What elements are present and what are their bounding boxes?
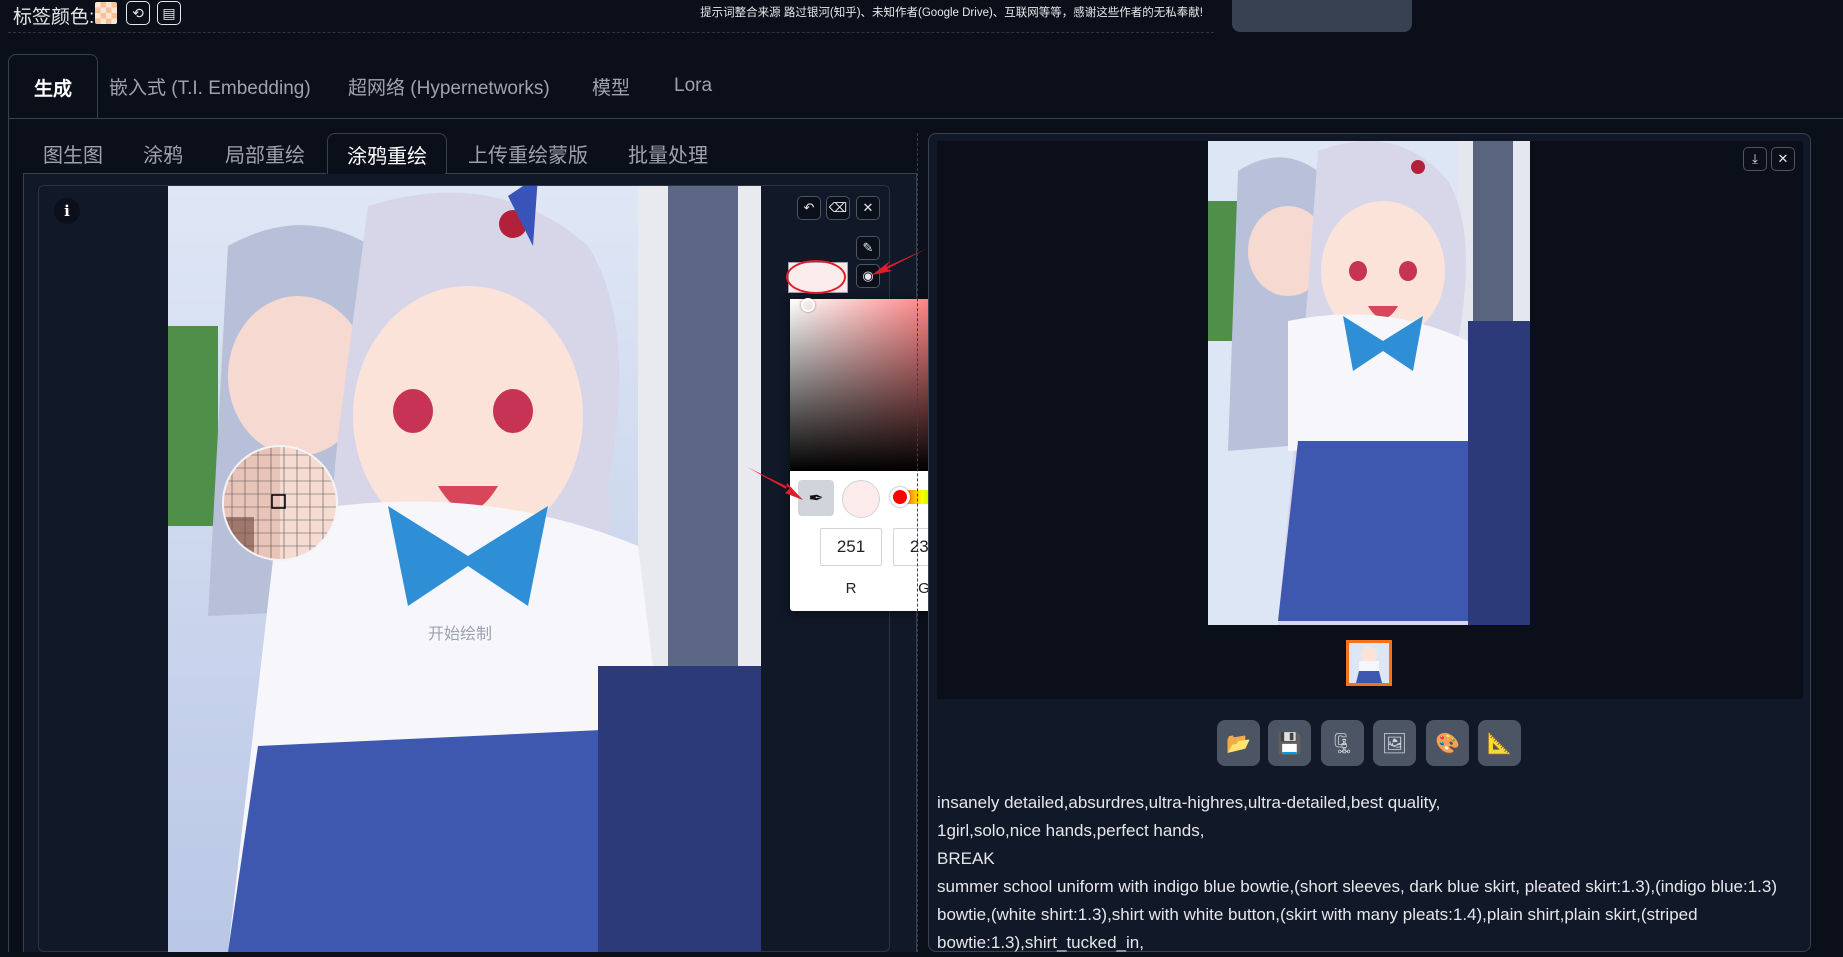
- tab-hypernetworks[interactable]: 超网络 (Hypernetworks): [348, 54, 550, 118]
- tab-img2img[interactable]: 图生图: [43, 133, 103, 173]
- label-color-title: 标签颜色:: [13, 7, 95, 28]
- checkered-swatch-icon[interactable]: [95, 2, 117, 24]
- save-icon[interactable]: ▤: [157, 1, 181, 25]
- red-label: R: [845, 580, 857, 597]
- annotation-arrow-palette: [872, 248, 928, 275]
- tab-embedding[interactable]: 嵌入式 (T.I. Embedding): [109, 54, 311, 118]
- prompt-line: 1girl,solo,nice hands,perfect hands,: [937, 821, 1205, 840]
- red-input[interactable]: 251: [820, 528, 882, 566]
- color-preview: [842, 480, 880, 518]
- undo-icon[interactable]: ↶: [797, 196, 821, 220]
- gallery-thumbnail[interactable]: [1346, 640, 1392, 686]
- tab-batch[interactable]: 批量处理: [628, 133, 708, 173]
- archive-icon[interactable]: 🗜: [1321, 720, 1364, 766]
- generation-info: insanely detailed,absurdres,ultra-highre…: [937, 789, 1807, 957]
- tab-inpaint-sketch[interactable]: 涂鸦重绘: [327, 133, 447, 174]
- save-icon[interactable]: 💾: [1268, 720, 1311, 766]
- close-icon[interactable]: ✕: [856, 196, 880, 220]
- thumbnail-preview: [1349, 643, 1389, 683]
- prompt-line: bowtie:1.3),shirt_tucked_in,: [937, 933, 1144, 952]
- output-image[interactable]: [1208, 141, 1530, 625]
- palette-icon[interactable]: 🎨: [1426, 720, 1469, 766]
- folder-icon[interactable]: 📂: [1217, 720, 1260, 766]
- credit-text: 提示词整合来源 路过银河(知乎)、未知作者(Google Drive)、互联网等…: [700, 7, 1203, 19]
- reset-icon[interactable]: ⟲: [126, 1, 150, 25]
- image-icon[interactable]: 🖼: [1373, 720, 1416, 766]
- prompt-line: bowtie,(white shirt:1.3),shirt with whit…: [937, 905, 1698, 924]
- close-output-icon[interactable]: ✕: [1771, 147, 1795, 171]
- tab-generate[interactable]: 生成: [8, 54, 98, 119]
- top-grey-button[interactable]: [1232, 0, 1412, 32]
- hue-slider-thumb[interactable]: [890, 487, 910, 507]
- column-divider: [917, 133, 919, 952]
- anime-illustration-left: [168, 186, 761, 952]
- canvas-hint: 开始绘制: [428, 626, 493, 643]
- tab-lora[interactable]: Lora: [674, 54, 712, 118]
- annotation-ellipse: [786, 260, 846, 294]
- download-icon[interactable]: ⤓: [1743, 147, 1767, 171]
- eraser-icon[interactable]: ⌫: [826, 196, 850, 220]
- prompt-line: BREAK: [937, 849, 995, 868]
- sub-tab-divider-right: [445, 173, 917, 174]
- anime-illustration-right: [1208, 141, 1530, 625]
- prompt-line: insanely detailed,absurdres,ultra-highre…: [937, 793, 1441, 812]
- sv-thumb[interactable]: [801, 298, 815, 312]
- magnifier-loupe: [222, 445, 338, 561]
- ruler-icon[interactable]: 📐: [1478, 720, 1521, 766]
- input-image[interactable]: [168, 186, 761, 952]
- tab-inpaint[interactable]: 局部重绘: [225, 133, 305, 173]
- tab-models[interactable]: 模型: [592, 54, 630, 118]
- sub-tab-divider-left: [23, 173, 326, 174]
- prompt-line: summer school uniform with indigo blue b…: [937, 877, 1778, 896]
- tab-inpaint-upload[interactable]: 上传重绘蒙版: [468, 133, 588, 173]
- tab-sketch[interactable]: 涂鸦: [143, 133, 183, 173]
- magnifier-grid: [224, 447, 336, 559]
- annotation-arrow-eyedropper: [747, 467, 803, 500]
- info-icon[interactable]: i: [54, 198, 80, 224]
